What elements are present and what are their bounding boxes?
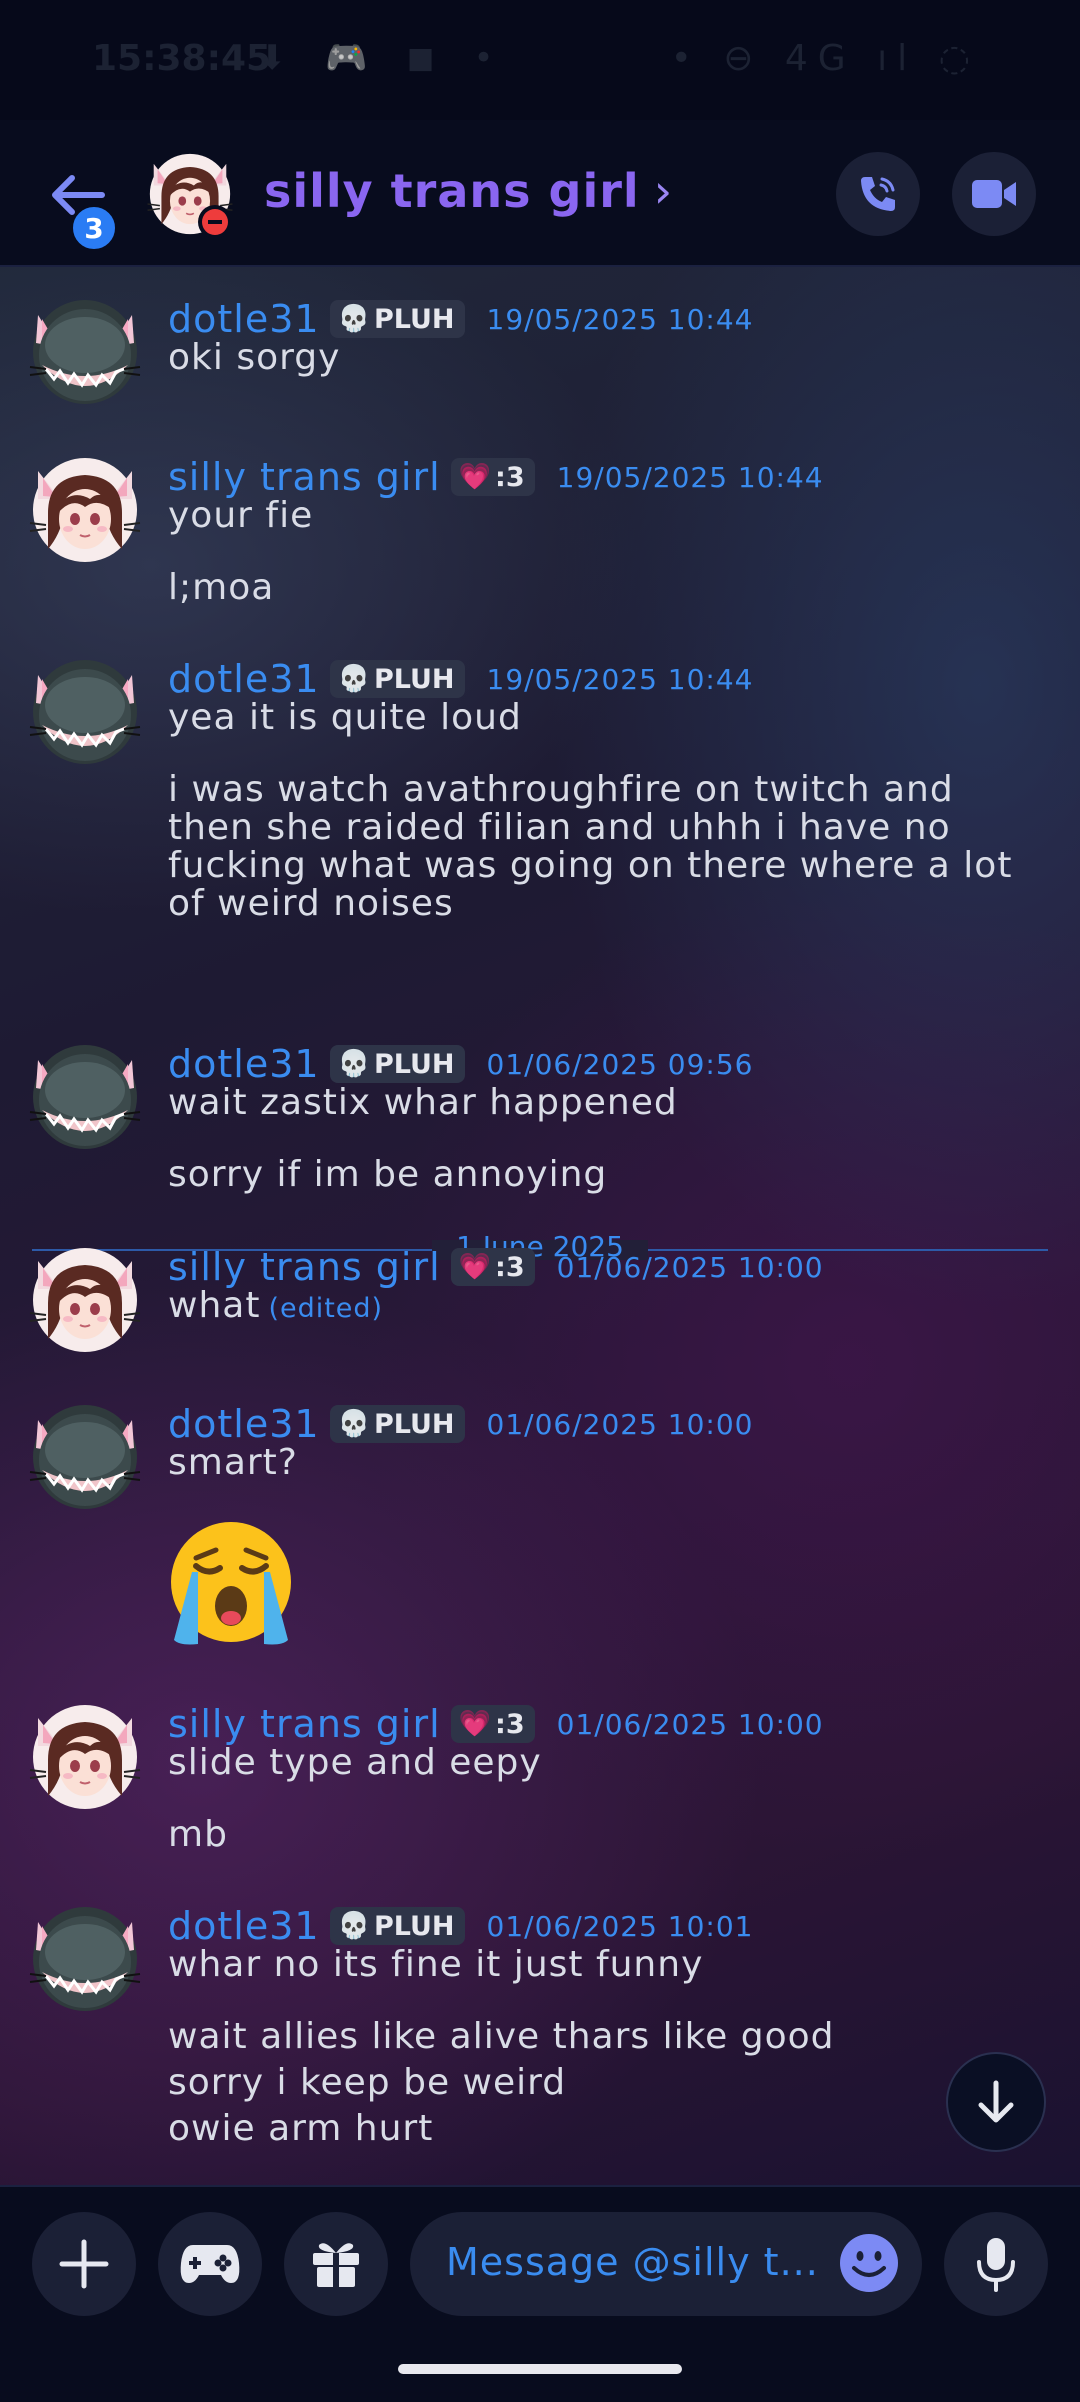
server-tag[interactable]: 💀 PLUH bbox=[329, 1045, 465, 1083]
edited-label: (edited) bbox=[268, 1293, 384, 1324]
jump-to-present-button[interactable] bbox=[946, 2052, 1046, 2152]
message-input[interactable]: Message @silly t... bbox=[410, 2212, 922, 2316]
microphone-icon bbox=[977, 2238, 1015, 2292]
unread-count-badge: 3 bbox=[70, 204, 118, 252]
message-text[interactable]: oki sorgy bbox=[168, 337, 340, 378]
message-text[interactable]: l;moa bbox=[168, 567, 274, 608]
phone-icon bbox=[861, 177, 895, 211]
author-name[interactable]: silly trans girl bbox=[168, 1702, 441, 1746]
message-text[interactable]: i was watch avathroughfire on twitch and bbox=[168, 769, 954, 810]
status-system-icons: • ⊖ 4G ıl ◌ bbox=[670, 38, 980, 79]
author-name[interactable]: dotle31 bbox=[168, 297, 320, 341]
chevron-right-icon: › bbox=[653, 164, 674, 218]
message-header: dotle31 💀 PLUH 01/06/2025 10:01 bbox=[168, 1904, 753, 1948]
message-text[interactable]: smart? bbox=[168, 1442, 298, 1483]
message-header: silly trans girl 💗:3 19/05/2025 10:44 bbox=[168, 455, 824, 499]
message-text[interactable]: of weird noises bbox=[168, 883, 454, 924]
message-timestamp: 01/06/2025 10:00 bbox=[486, 1407, 754, 1441]
message-header: dotle31 💀 PLUH 01/06/2025 10:00 bbox=[168, 1402, 753, 1446]
voice-call-button[interactable] bbox=[836, 152, 920, 236]
status-notification-icons: ⬇ 🎮 ◼ • bbox=[258, 38, 508, 78]
message-text[interactable]: your fie bbox=[168, 495, 313, 536]
message-timestamp: 19/05/2025 10:44 bbox=[556, 460, 824, 494]
message-text[interactable]: sorry if im be annoying bbox=[168, 1154, 607, 1195]
recipient-title[interactable]: silly trans girl › bbox=[264, 164, 673, 218]
heart-icon: 💗 bbox=[458, 462, 492, 492]
message-header: dotle31 💀 PLUH 19/05/2025 10:44 bbox=[168, 657, 753, 701]
skull-icon: 💀 bbox=[337, 664, 370, 694]
author-avatar[interactable] bbox=[28, 655, 142, 769]
message-text[interactable]: yea it is quite loud bbox=[168, 697, 522, 738]
server-tag[interactable]: 💀 PLUH bbox=[329, 660, 465, 698]
author-name[interactable]: dotle31 bbox=[168, 1402, 320, 1446]
author-name[interactable]: dotle31 bbox=[168, 1042, 320, 1086]
message-text[interactable]: mb bbox=[168, 1814, 228, 1855]
author-avatar[interactable] bbox=[28, 1243, 142, 1357]
message-text[interactable]: wait zastix whar happened bbox=[168, 1082, 678, 1123]
server-tag[interactable]: 💀 PLUH bbox=[329, 300, 465, 338]
author-name[interactable]: dotle31 bbox=[168, 657, 320, 701]
emoji-icon[interactable] bbox=[838, 2232, 900, 2294]
attach-button[interactable] bbox=[32, 2212, 136, 2316]
message-timestamp: 01/06/2025 09:56 bbox=[486, 1047, 754, 1081]
message-header: dotle31 💀 PLUH 01/06/2025 09:56 bbox=[168, 1042, 753, 1086]
gift-button[interactable] bbox=[284, 2212, 388, 2316]
author-name[interactable]: silly trans girl bbox=[168, 1245, 441, 1289]
skull-icon: 💀 bbox=[337, 1409, 370, 1439]
message-text[interactable]: what (edited) bbox=[168, 1285, 383, 1326]
video-call-button[interactable] bbox=[952, 152, 1036, 236]
message-text[interactable]: sorry i keep be weird bbox=[168, 2062, 566, 2103]
activities-button[interactable] bbox=[158, 2212, 262, 2316]
status-time: 15:38:45 bbox=[92, 38, 272, 79]
author-avatar[interactable] bbox=[28, 1700, 142, 1814]
message-text[interactable]: slide type and eepy bbox=[168, 1742, 542, 1783]
message-timestamp: 01/06/2025 10:00 bbox=[556, 1707, 824, 1741]
author-avatar[interactable] bbox=[28, 1040, 142, 1154]
home-indicator[interactable] bbox=[398, 2364, 682, 2374]
gamepad-icon bbox=[180, 2245, 240, 2283]
server-tag[interactable]: 💀 PLUH bbox=[329, 1907, 465, 1945]
loudly-crying-face-emoji[interactable] bbox=[166, 1520, 296, 1650]
arrow-down-icon bbox=[978, 2080, 1014, 2123]
author-name[interactable]: dotle31 bbox=[168, 1904, 320, 1948]
plus-icon bbox=[59, 2239, 109, 2289]
skull-icon: 💀 bbox=[337, 1049, 370, 1079]
message-input-placeholder: Message @silly t... bbox=[446, 2240, 819, 2284]
author-avatar[interactable] bbox=[28, 295, 142, 409]
gift-icon bbox=[313, 2243, 359, 2287]
message-list[interactable]: dotle31 💀 PLUH 19/05/2025 10:44 oki sorgy… bbox=[0, 265, 1080, 2185]
message-timestamp: 01/06/2025 10:01 bbox=[486, 1909, 754, 1943]
server-tag[interactable]: 💗:3 bbox=[450, 1705, 535, 1743]
recipient-name: silly trans girl bbox=[264, 164, 640, 218]
status-bar: 15:38:45 ⬇ 🎮 ◼ • • ⊖ 4G ıl ◌ bbox=[0, 0, 1080, 120]
message-header: silly trans girl 💗:3 01/06/2025 10:00 bbox=[168, 1702, 824, 1746]
author-name[interactable]: silly trans girl bbox=[168, 455, 441, 499]
message-timestamp: 19/05/2025 10:44 bbox=[486, 662, 754, 696]
server-tag[interactable]: 💗:3 bbox=[450, 1248, 535, 1286]
server-tag[interactable]: 💀 PLUH bbox=[329, 1405, 465, 1443]
message-text[interactable]: owie arm hurt bbox=[168, 2108, 433, 2149]
message-text-content: what bbox=[168, 1285, 261, 1326]
message-header: dotle31 💀 PLUH 19/05/2025 10:44 bbox=[168, 297, 753, 341]
message-text[interactable]: fucking what was going on there where a … bbox=[168, 845, 1012, 886]
message-timestamp: 19/05/2025 10:44 bbox=[486, 302, 754, 336]
author-avatar[interactable] bbox=[28, 1902, 142, 2016]
author-avatar[interactable] bbox=[28, 1400, 142, 1514]
message-header: silly trans girl 💗:3 01/06/2025 10:00 bbox=[168, 1245, 824, 1289]
skull-icon: 💀 bbox=[337, 1911, 370, 1941]
message-text[interactable]: wait allies like alive thars like good bbox=[168, 2016, 835, 2057]
heart-icon: 💗 bbox=[458, 1252, 492, 1282]
skull-icon: 💀 bbox=[337, 304, 370, 334]
message-timestamp: 01/06/2025 10:00 bbox=[556, 1250, 824, 1284]
server-tag[interactable]: 💗:3 bbox=[450, 458, 535, 496]
message-text[interactable]: then she raided filian and uhhh i have n… bbox=[168, 807, 951, 848]
message-text[interactable]: whar no its fine it just funny bbox=[168, 1944, 703, 1985]
voice-message-button[interactable] bbox=[944, 2212, 1048, 2316]
heart-icon: 💗 bbox=[458, 1709, 492, 1739]
do-not-disturb-status-icon bbox=[198, 205, 232, 239]
author-avatar[interactable] bbox=[28, 453, 142, 567]
video-camera-icon bbox=[972, 180, 1016, 208]
